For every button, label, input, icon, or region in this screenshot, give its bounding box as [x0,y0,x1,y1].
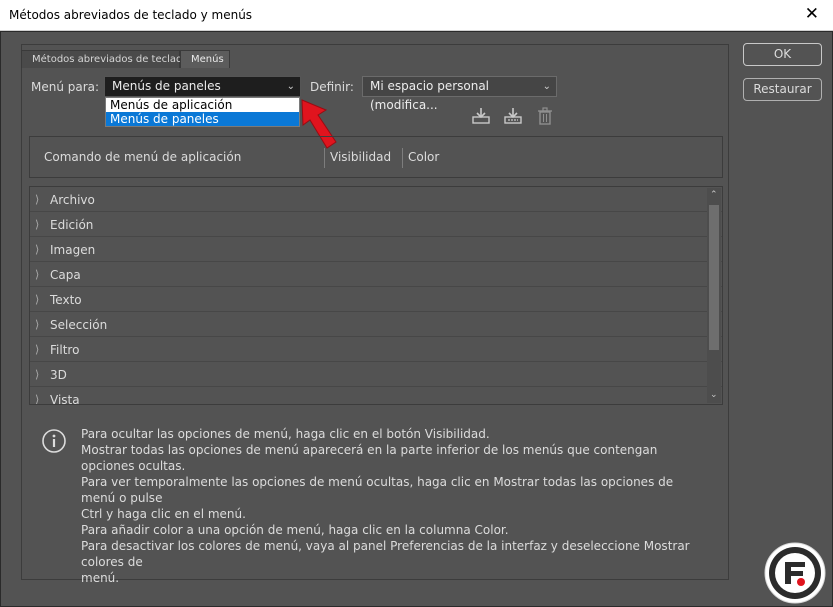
title-bar: Métodos abreviados de teclado y menús ✕ [0,0,833,31]
define-label: Definir: [310,80,354,94]
close-icon[interactable]: ✕ [805,4,819,24]
chevron-right-icon[interactable]: ⟩ [35,218,39,231]
table-header: Comando de menú de aplicación Visibilida… [29,136,723,178]
list-item[interactable]: ⟩ Capa [30,262,722,287]
menu-for-label: Menú para: [31,80,100,94]
list-item[interactable]: ⟩ Selección [30,312,722,337]
column-color[interactable]: Color [408,150,439,164]
list-item[interactable]: ⟩ Archivo [30,187,722,212]
tab-menus[interactable]: Menús [180,50,230,68]
list-item[interactable]: ⟩ Imagen [30,237,722,262]
menu-for-value: Menús de paneles [112,79,221,93]
column-visibility[interactable]: Visibilidad [330,150,391,164]
window-title: Métodos abreviados de teclado y menús [9,8,253,22]
chevron-right-icon[interactable]: ⟩ [35,343,39,356]
dropdown-option-panel-menus[interactable]: Menús de paneles [106,112,299,126]
info-icon [42,429,66,453]
column-command[interactable]: Comando de menú de aplicación [44,150,241,164]
vertical-scrollbar[interactable]: ⌃ ⌄ [707,188,721,403]
list-item[interactable]: ⟩ Edición [30,212,722,237]
scroll-down-icon[interactable]: ⌄ [710,390,718,400]
chevron-right-icon[interactable]: ⟩ [35,268,39,281]
scrollbar-thumb[interactable] [709,205,719,350]
ok-button[interactable]: OK [743,43,822,66]
menu-for-select[interactable]: Menús de paneles ⌄ [104,76,301,97]
chevron-right-icon[interactable]: ⟩ [35,368,39,381]
list-item[interactable]: ⟩ Vista [30,387,722,404]
chevron-right-icon[interactable]: ⟩ [35,393,39,404]
column-divider [402,148,403,168]
chevron-down-icon: ⌄ [542,81,551,92]
save-set-icon[interactable] [471,106,491,126]
chevron-right-icon[interactable]: ⟩ [35,318,39,331]
restore-button[interactable]: Restaurar [743,78,822,101]
column-divider [324,148,325,168]
menu-command-list: ⟩ Archivo ⟩ Edición ⟩ Imagen ⟩ Capa ⟩ Texto ⟩… [29,186,723,405]
list-item[interactable]: ⟩ 3D [30,362,722,387]
info-text: Para ocultar las opciones de menú, haga … [81,427,690,585]
menu-for-dropdown: Menús de aplicación Menús de paneles [105,97,300,127]
list-item[interactable]: ⟩ Texto [30,287,722,312]
tab-keyboard-shortcuts[interactable]: Métodos abreviados de teclado [21,50,189,68]
scroll-up-icon[interactable]: ⌃ [710,190,718,200]
list-item[interactable]: ⟩ Filtro [30,337,722,362]
chevron-down-icon: ⌄ [286,81,295,92]
define-select[interactable]: Mi espacio personal (modifica... ⌄ [362,76,557,112]
logo-watermark-icon [764,542,826,604]
delete-set-icon[interactable] [535,106,555,126]
save-as-set-icon[interactable] [503,106,523,126]
chevron-right-icon[interactable]: ⟩ [35,243,39,256]
chevron-right-icon[interactable]: ⟩ [35,293,39,306]
dropdown-option-application-menus[interactable]: Menús de aplicación [106,98,299,112]
chevron-right-icon[interactable]: ⟩ [35,193,39,206]
